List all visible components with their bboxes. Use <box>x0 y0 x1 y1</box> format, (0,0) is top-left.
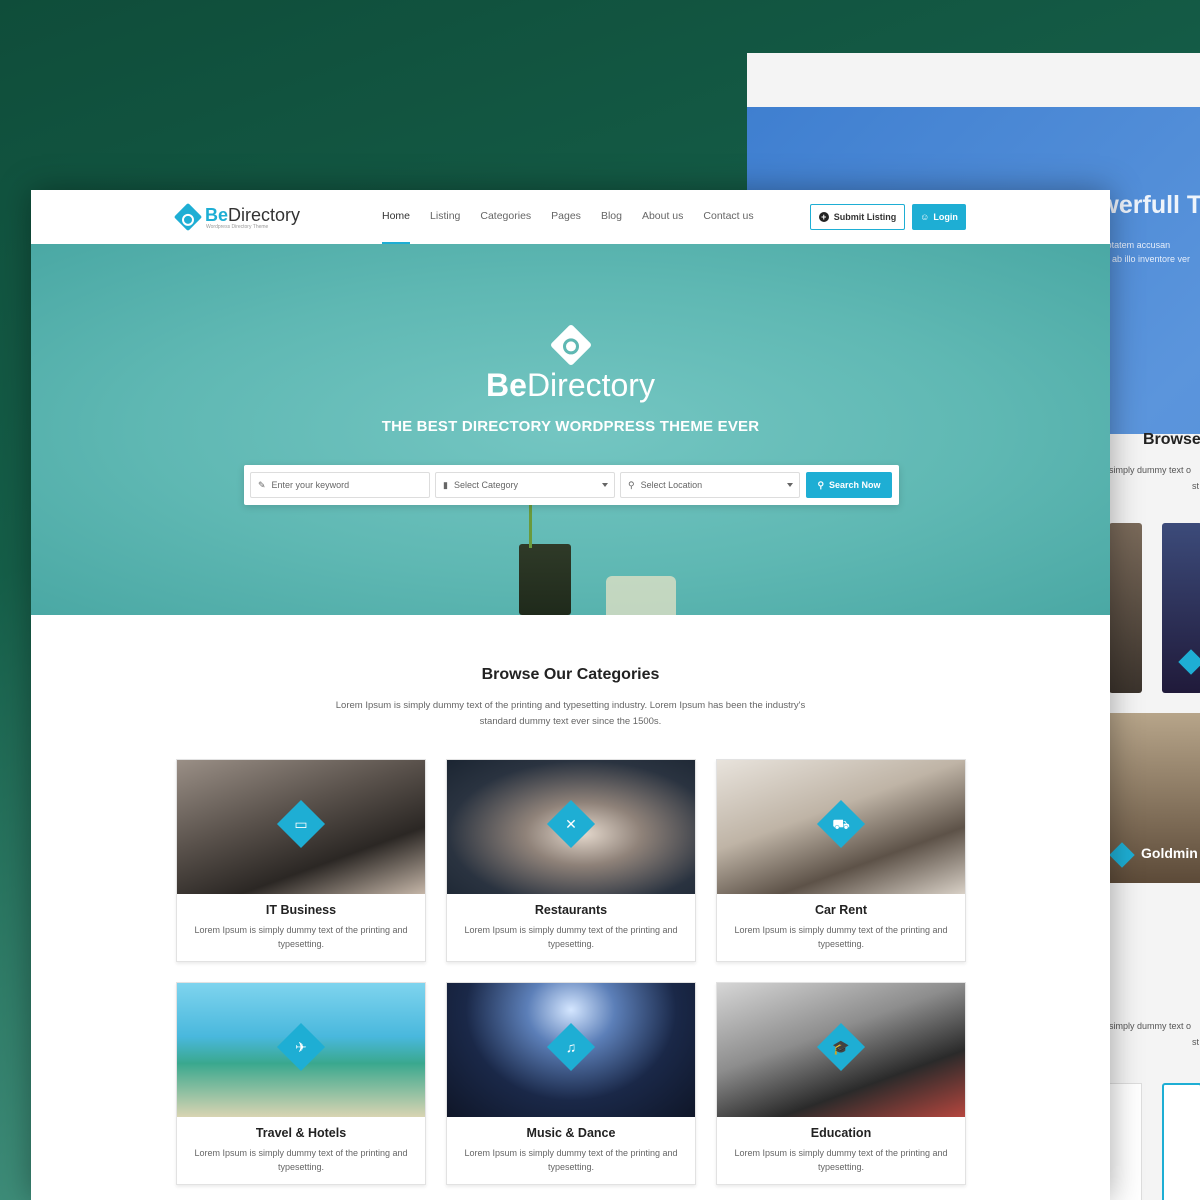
preview-section2-subtitle: simply dummy text o <box>1109 1021 1192 1031</box>
category-description: Lorem Ipsum is simply dummy text of the … <box>464 1148 678 1172</box>
login-button[interactable]: ☺ Login <box>912 204 966 230</box>
search-now-button[interactable]: ⚲ Search Now <box>806 472 892 498</box>
plus-circle-icon: + <box>818 212 829 222</box>
logo-text: BeDirectory <box>205 205 301 225</box>
nav-item-blog[interactable]: Blog <box>601 190 622 244</box>
search-icon: ⚲ <box>817 479 825 490</box>
hero-banner: BeDirectory THE BEST DIRECTORY WORDPRESS… <box>31 244 1110 615</box>
category-name: Car Rent <box>814 903 868 917</box>
car-icon: ⛟ <box>816 799 866 849</box>
category-card-it-business[interactable]: ▭ IT Business Lorem Ipsum is simply dumm… <box>176 759 426 962</box>
category-description: Lorem Ipsum is simply dummy text of the … <box>734 1148 948 1172</box>
logo-tagline: Wordpress Directory Theme <box>206 224 269 230</box>
chevron-down-icon <box>602 483 608 487</box>
preview-section-title: Browse <box>1143 431 1200 448</box>
category-name: Travel & Hotels <box>255 1126 347 1140</box>
location-pin-icon <box>1178 649 1200 675</box>
music-note-icon: ♫ <box>546 1022 596 1072</box>
top-navbar: BeDirectory Wordpress Directory Theme Ho… <box>31 190 1110 244</box>
nav-item-pages[interactable]: Pages <box>551 190 581 244</box>
category-placeholder: Select Category <box>453 480 518 490</box>
graduation-cap-icon: 🎓 <box>816 1022 866 1072</box>
nav-item-about[interactable]: About us <box>642 190 683 244</box>
category-description: Lorem Ipsum is simply dummy text of the … <box>464 925 678 949</box>
logo-icon <box>173 202 203 232</box>
hero-brand: BeDirectory <box>486 367 655 403</box>
pencil-icon: ✎ <box>258 479 266 490</box>
category-description: Lorem Ipsum is simply dummy text of the … <box>734 925 948 949</box>
preview-section-subtitle-2: st <box>1192 481 1200 491</box>
categories-subtitle: Lorem Ipsum is simply dummy text of the … <box>335 700 806 727</box>
preview-section-subtitle: simply dummy text o <box>1109 465 1192 475</box>
chevron-down-icon <box>787 483 793 487</box>
monitor-icon: ▭ <box>276 799 326 849</box>
preview-tile <box>1162 523 1200 693</box>
keyword-placeholder: Enter your keyword <box>271 480 350 490</box>
preview-tile <box>1109 523 1142 693</box>
search-bar: ✎ Enter your keyword ▮ Select Category ⚲… <box>244 465 899 505</box>
vase-decoration <box>519 504 571 615</box>
airplane-icon: ✈ <box>276 1022 326 1072</box>
category-name: Education <box>810 1126 872 1140</box>
preview-hero-text-2: ab illo inventore ver <box>1112 254 1191 264</box>
nav-item-home[interactable]: Home <box>382 190 411 244</box>
preview-card <box>1109 1083 1142 1200</box>
category-name: Restaurants <box>534 903 608 917</box>
keyword-input[interactable]: ✎ Enter your keyword <box>250 472 430 498</box>
category-description: Lorem Ipsum is simply dummy text of the … <box>194 1148 408 1172</box>
categories-title: Browse Our Categories <box>481 666 660 683</box>
preview-card <box>1162 1083 1200 1200</box>
location-select[interactable]: ⚲ Select Location <box>620 472 800 498</box>
search-now-label: Search Now <box>829 480 881 490</box>
category-card-car-rent[interactable]: ⛟ Car Rent Lorem Ipsum is simply dummy t… <box>716 759 966 962</box>
site-logo[interactable]: BeDirectory Wordpress Directory Theme <box>173 202 306 232</box>
main-menu: Home Listing Categories Pages Blog About… <box>382 190 774 244</box>
nav-item-contact[interactable]: Contact us <box>703 190 753 244</box>
nav-item-categories[interactable]: Categories <box>480 190 531 244</box>
category-name: Music & Dance <box>526 1126 616 1140</box>
preview-tile: Goldmin <box>1109 713 1200 883</box>
location-pin-icon <box>1109 842 1135 868</box>
category-select[interactable]: ▮ Select Category <box>435 472 615 498</box>
preview-tile-label: Goldmin <box>1141 845 1198 861</box>
map-pin-icon: ⚲ <box>628 479 635 490</box>
main-window: BeDirectory Wordpress Directory Theme Ho… <box>31 190 1110 1200</box>
user-icon: ☺ <box>920 212 930 222</box>
login-label: Login <box>933 212 958 222</box>
location-placeholder: Select Location <box>640 480 703 490</box>
preview-section2-subtitle-2: st <box>1192 1037 1200 1047</box>
folder-icon: ▮ <box>443 479 448 490</box>
hero-slogan: THE BEST DIRECTORY WORDPRESS THEME EVER <box>381 418 760 435</box>
category-description: Lorem Ipsum is simply dummy text of the … <box>194 925 408 949</box>
jar-decoration <box>606 576 676 615</box>
category-card-travel-hotels[interactable]: ✈ Travel & Hotels Lorem Ipsum is simply … <box>176 982 426 1185</box>
category-card-education[interactable]: 🎓 Education Lorem Ipsum is simply dummy … <box>716 982 966 1185</box>
submit-listing-label: Submit Listing <box>833 212 897 222</box>
category-card-music-dance[interactable]: ♫ Music & Dance Lorem Ipsum is simply du… <box>446 982 696 1185</box>
category-name: IT Business <box>265 903 337 917</box>
submit-listing-button[interactable]: + Submit Listing <box>810 204 905 230</box>
hero-logo-icon <box>549 323 593 367</box>
category-card-restaurants[interactable]: ✕ Restaurants Lorem Ipsum is simply dumm… <box>446 759 696 962</box>
nav-item-listing[interactable]: Listing <box>430 190 460 244</box>
cutlery-icon: ✕ <box>546 799 596 849</box>
